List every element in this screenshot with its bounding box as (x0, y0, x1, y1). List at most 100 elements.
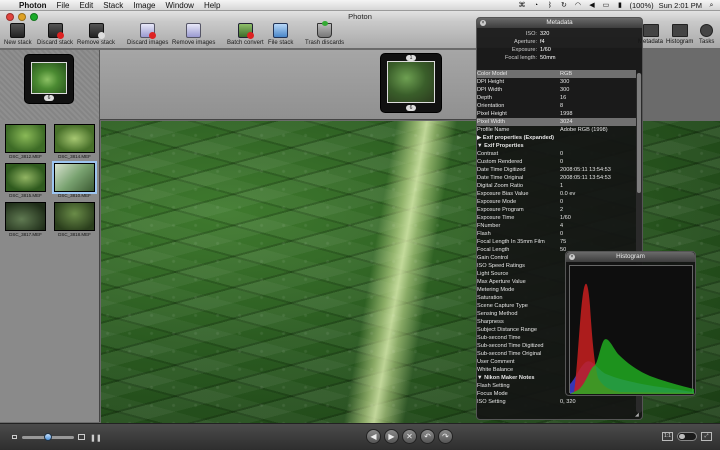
thumbnail-item-selected[interactable]: DSC_3810.MEF (52, 161, 97, 198)
reject-button[interactable]: ✕ (402, 429, 417, 444)
metadata-section-header[interactable]: ▼ Exif Properties (477, 142, 636, 150)
remove-images-button[interactable]: Remove images (172, 23, 215, 46)
metadata-value: 75 (560, 239, 567, 245)
thumbnail-size-slider[interactable]: ❚❚ (10, 433, 102, 442)
scrollbar-thumb[interactable] (637, 73, 641, 193)
spotlight-icon[interactable]: ⌕ (707, 2, 716, 9)
battery-percent: (100%) (629, 1, 654, 10)
fullscreen-button[interactable]: ⤢ (701, 432, 712, 441)
metadata-row[interactable]: Color Model RGB (477, 70, 636, 78)
trash-discards-button[interactable]: Trash discards (305, 21, 344, 46)
thumbnail-item[interactable]: DSC_3818.MEF (54, 202, 95, 237)
discard-images-button[interactable]: Discard images (127, 23, 168, 46)
menu-photon[interactable]: Photon (14, 1, 52, 10)
metadata-row[interactable]: DPI Height 300 (477, 78, 636, 86)
metadata-row[interactable]: Orientation 8 (477, 102, 636, 110)
resize-handle-icon[interactable]: ◢ (635, 412, 641, 418)
menu-help[interactable]: Help (199, 1, 225, 10)
close-window-button[interactable] (6, 13, 14, 21)
thumbnail-caption: DSC_3814.MEF (58, 154, 91, 159)
menu-stack[interactable]: Stack (98, 1, 128, 10)
remove-stack-button[interactable]: Remove stack (77, 23, 115, 46)
thumbnail-item[interactable]: DSC_3815.MEF (5, 163, 46, 198)
metadata-row[interactable]: Flash 0 (477, 230, 636, 238)
histogram-toolbar-button[interactable]: Histogram (666, 24, 693, 45)
summary-value: 50mm (540, 55, 556, 61)
rotate-left-button[interactable]: ↶ (420, 429, 435, 444)
metadata-row[interactable]: Date Time Original 2008:05:11 13:54:53 (477, 174, 636, 182)
rotate-right-button[interactable]: ↷ (438, 429, 453, 444)
new-stack-button[interactable]: New stack (4, 23, 32, 46)
window-title: Photon (348, 12, 372, 21)
menu-window[interactable]: Window (160, 1, 198, 10)
metadata-row[interactable]: ISO Setting 0, 320 (477, 398, 636, 406)
close-metadata-icon[interactable]: × (480, 20, 486, 26)
thumbnail-item[interactable]: DSC_3812.MEF (5, 124, 46, 159)
metadata-row[interactable]: Focal Length In 35mm Film 75 (477, 238, 636, 246)
thumbnail-caption: DSC_3818.MEF (58, 232, 91, 237)
wifi-icon[interactable]: ◠ (573, 2, 582, 9)
metadata-row[interactable]: Custom Rendered 0 (477, 158, 636, 166)
menu-image[interactable]: Image (128, 1, 160, 10)
stack-filmstrip[interactable]: 1 6 (100, 50, 476, 120)
stack-thumbnail[interactable]: 6 (24, 54, 74, 104)
tasks-icon (700, 24, 714, 37)
metadata-row[interactable]: Exposure Program 2 (477, 206, 636, 214)
script-icon[interactable]: ⌘ (517, 2, 526, 9)
metadata-row[interactable]: Profile Name Adobe RGB (1998) (477, 126, 636, 134)
metadata-row[interactable]: Exposure Bias Value 0.0 ev (477, 190, 636, 198)
battery-icon[interactable]: ▮ (615, 2, 624, 9)
next-button[interactable]: ▶ (384, 429, 399, 444)
slider-knob[interactable] (44, 433, 52, 441)
metadata-key: Orientation (477, 103, 505, 109)
menu-edit[interactable]: Edit (74, 1, 98, 10)
bluetooth-icon[interactable]: ᛒ (545, 2, 554, 9)
thumbnail-caption: DSC_3812.MEF (9, 154, 42, 159)
thumbnail-item[interactable]: DSC_3817.MEF (5, 202, 46, 237)
metadata-row[interactable]: Depth 16 (477, 94, 636, 102)
metadata-key: Pixel Width (477, 119, 505, 125)
file-stack-button[interactable]: File stack (268, 23, 293, 46)
metadata-key: Max Aperture Value (477, 279, 526, 285)
time-machine-icon[interactable]: ◔ (531, 2, 540, 9)
image-grid[interactable]: DSC_3812.MEF DSC_3814.MEF DSC_3815.MEF D… (0, 120, 100, 422)
batch-convert-button[interactable]: Batch convert (227, 23, 264, 46)
flag-icon[interactable]: ▭ (601, 2, 610, 9)
fit-toggle[interactable] (677, 432, 697, 441)
metadata-row[interactable]: DPI Width 300 (477, 86, 636, 94)
metadata-section-header[interactable]: ▶ Exif properties (Expanded) (477, 134, 636, 142)
summary-key: Aperture: (513, 39, 537, 45)
metadata-row[interactable]: Exposure Mode 0 (477, 198, 636, 206)
stack-list[interactable]: 6 (0, 50, 100, 120)
metadata-row[interactable]: Contrast 0 (477, 150, 636, 158)
metadata-value: 16 (560, 95, 567, 101)
metadata-value: 0, 320 (560, 399, 576, 405)
discard-stack-button[interactable]: Discard stack (37, 23, 73, 46)
metadata-row[interactable]: Pixel Height 1998 (477, 110, 636, 118)
current-thumbnail-image (387, 61, 435, 103)
thumbnail-item[interactable]: DSC_3814.MEF (54, 124, 95, 159)
metadata-row[interactable]: Exposure Time 1/60 (477, 214, 636, 222)
volume-icon[interactable]: ◀ (587, 2, 596, 9)
metadata-row[interactable]: Date Time Digitized 2008:05:11 13:54:53 (477, 166, 636, 174)
close-histogram-icon[interactable]: × (569, 254, 575, 260)
file-stack-label: File stack (268, 40, 294, 46)
tasks-toolbar-button[interactable]: Tasks (699, 24, 714, 45)
metadata-row[interactable]: FNumber 4 (477, 222, 636, 230)
zoom-window-button[interactable] (30, 13, 38, 21)
summary-key: Exposure: (511, 47, 537, 53)
current-image-thumbnail[interactable]: 1 6 (380, 53, 442, 113)
metadata-key: Exposure Program (477, 207, 524, 213)
metadata-key: ISO Setting (477, 399, 506, 405)
metadata-value: 0 (560, 159, 564, 165)
pause-icon[interactable]: ❚❚ (90, 434, 102, 442)
previous-button[interactable]: ◀ (366, 429, 381, 444)
menu-file[interactable]: File (52, 1, 75, 10)
sync-icon[interactable]: ↻ (559, 2, 568, 9)
metadata-row[interactable]: Pixel Width 3024 (477, 118, 636, 126)
window-controls (6, 13, 38, 21)
menu-clock[interactable]: Sun 2:01 PM (659, 1, 702, 10)
minimize-window-button[interactable] (18, 13, 26, 21)
metadata-row[interactable]: Digital Zoom Ratio 1 (477, 182, 636, 190)
actual-size-button[interactable]: 1:1 (662, 432, 673, 441)
